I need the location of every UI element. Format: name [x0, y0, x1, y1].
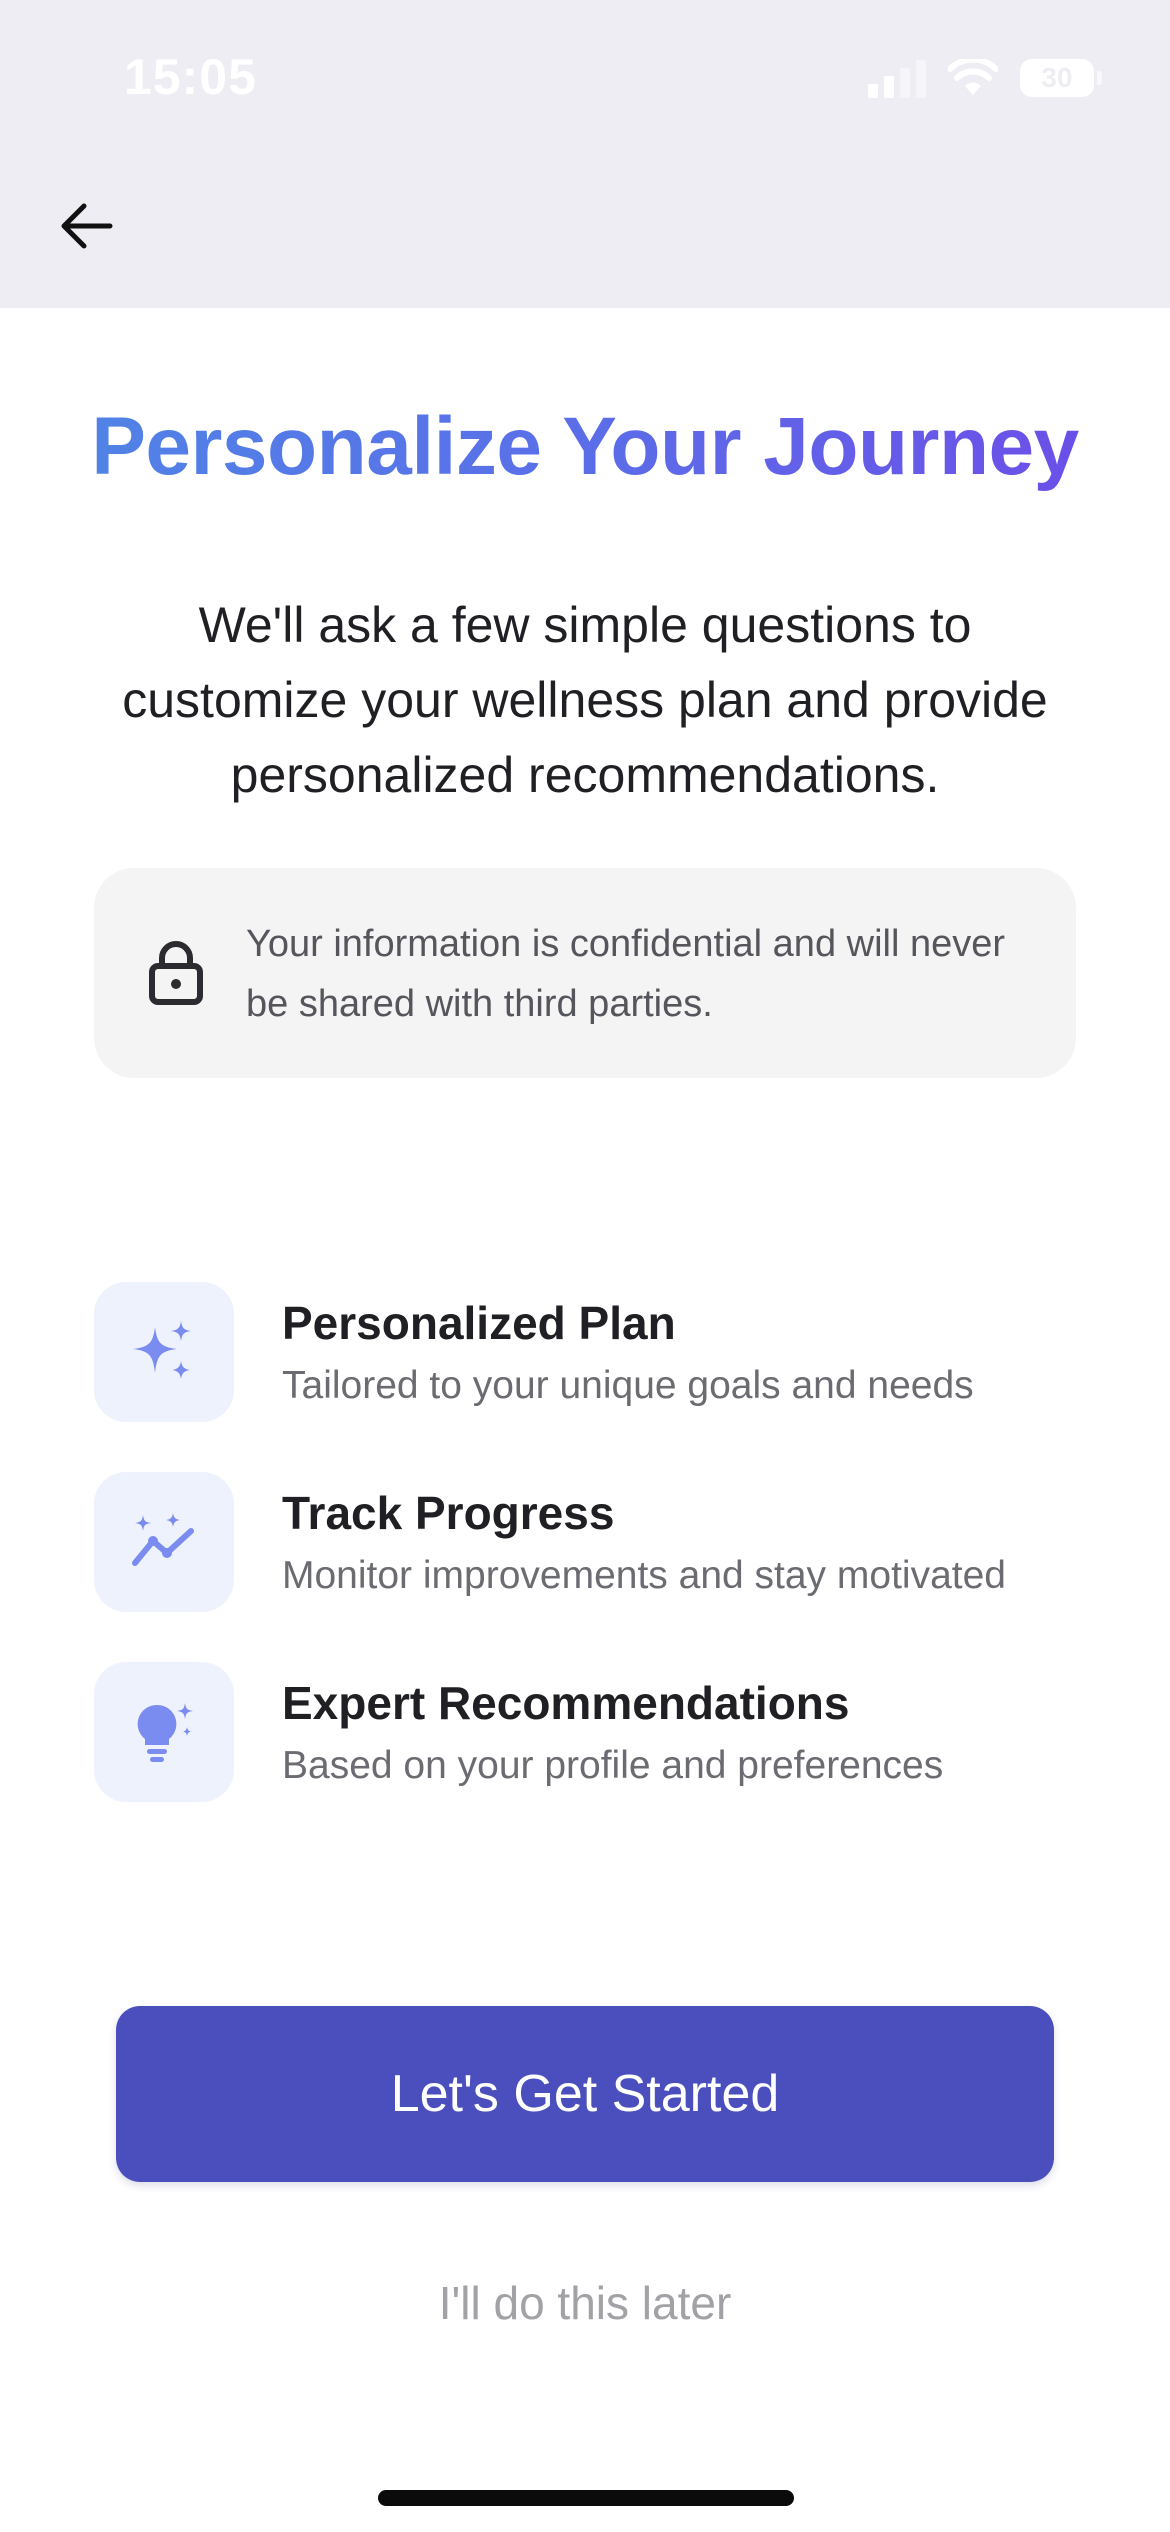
feature-title: Expert Recommendations: [282, 1677, 850, 1729]
home-indicator[interactable]: [378, 2490, 794, 2506]
feature-icon-container: [94, 1472, 234, 1612]
feature-expert-recommendations: Expert Recommendations Based on your pro…: [94, 1662, 1094, 1802]
feature-description: Monitor improvements and stay motivated: [282, 1554, 1006, 1597]
battery-icon: 30: [1020, 59, 1102, 97]
lock-icon: [149, 941, 203, 1005]
feature-title: Personalized Plan: [282, 1297, 676, 1349]
sparkles-icon: [133, 1321, 191, 1379]
status-time: 15:05: [124, 49, 257, 105]
feature-personalized-plan: Personalized Plan Tailored to your uniqu…: [94, 1282, 1094, 1422]
do-later-link[interactable]: I'll do this later: [0, 2276, 1170, 2330]
feature-description: Tailored to your unique goals and needs: [282, 1364, 974, 1407]
privacy-notice: Your information is confidential and wil…: [94, 868, 1076, 1078]
get-started-label: Let's Get Started: [390, 2065, 780, 2123]
cellular-signal-icon: [868, 58, 926, 98]
wifi-icon: [948, 59, 998, 95]
get-started-button[interactable]: Let's Get Started: [116, 2006, 1054, 2182]
status-icons: 30: [868, 56, 1102, 100]
feature-track-progress: Track Progress Monitor improvements and …: [94, 1472, 1094, 1612]
trending-chart-icon: [132, 1513, 194, 1566]
lightbulb-icon: [137, 1703, 193, 1762]
page-title: Personalize Your Journey: [0, 400, 1170, 494]
feature-description: Based on your profile and preferences: [282, 1744, 944, 1787]
privacy-text: Your information is confidential and wil…: [246, 923, 1006, 1025]
page-subtitle: We'll ask a few simple questions to cust…: [122, 597, 1048, 803]
arrow-left-icon: [61, 203, 113, 249]
feature-icon-container: [94, 1662, 234, 1802]
battery-level: 30: [1041, 62, 1073, 93]
back-button[interactable]: [50, 190, 122, 262]
feature-icon-container: [94, 1282, 234, 1422]
top-bar: 15:05 30: [0, 0, 1170, 308]
feature-title: Track Progress: [282, 1487, 615, 1539]
